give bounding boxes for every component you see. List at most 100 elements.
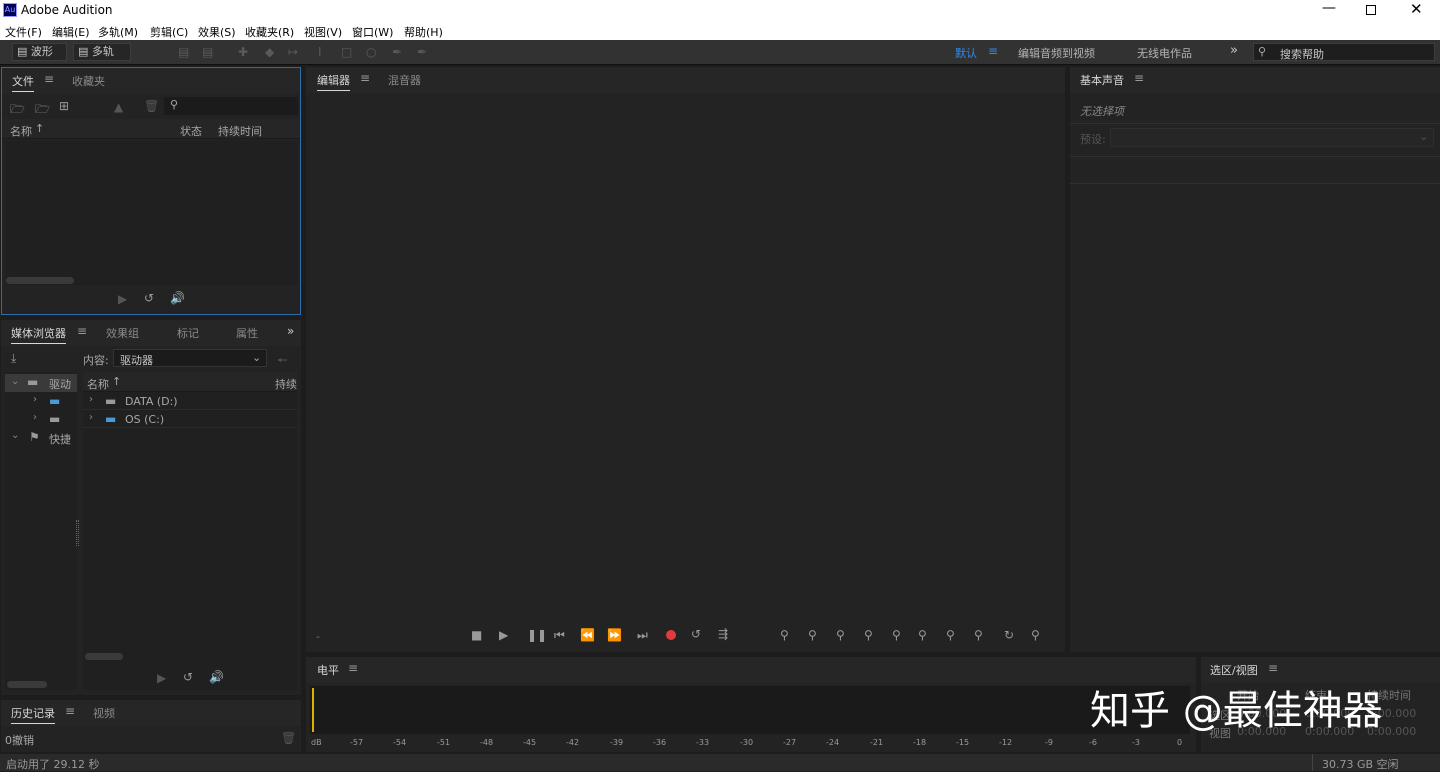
new-file-icon[interactable]: ⊞ (59, 99, 69, 113)
media-item-data[interactable]: › ▬ DATA (D:) (83, 392, 297, 410)
column-duration[interactable]: 持续时间 (218, 123, 262, 139)
time-selection-icon[interactable]: I (318, 45, 322, 59)
tree-item-drives[interactable]: ⌄ ▬ 驱动 (5, 374, 77, 392)
play-icon[interactable]: ▶ (118, 292, 127, 306)
zoom-in-time-icon[interactable]: ⚲ (836, 628, 845, 642)
levels-menu-icon[interactable]: ≡ (348, 661, 358, 675)
delete-icon[interactable]: 🗑 (144, 99, 159, 113)
loop-icon[interactable]: ↺ (144, 291, 154, 305)
slip-tool-icon[interactable]: ↦ (288, 45, 298, 59)
preset-dropdown[interactable]: ⌄ (1110, 128, 1434, 147)
menu-effects[interactable]: 效果(S) (198, 24, 236, 40)
media-item-os[interactable]: › ▬ OS (C:) (83, 410, 297, 428)
menu-file[interactable]: 文件(F) (5, 24, 42, 40)
files-panel-menu-icon[interactable]: ≡ (44, 72, 54, 86)
multitrack-button[interactable]: ▤ 多轨 (73, 43, 131, 61)
menu-favorites[interactable]: 收藏夹(R) (245, 24, 294, 40)
more-workspaces-icon[interactable]: » (1230, 43, 1238, 58)
workspace-menu-icon[interactable]: ≡ (988, 44, 998, 58)
tab-history[interactable]: 历史记录 (11, 705, 55, 724)
media-loop-icon[interactable]: ↺ (183, 670, 193, 684)
import-file-icon[interactable]: 🗁 (35, 100, 50, 121)
insert-icon[interactable]: ▲ (114, 100, 123, 114)
fast-forward-icon[interactable]: ⏩ (607, 628, 622, 642)
record-icon[interactable] (666, 630, 676, 640)
menu-multitrack[interactable]: 多轨(M) (98, 24, 138, 40)
tab-files[interactable]: 文件 (12, 73, 34, 92)
autoplay-speaker-icon[interactable]: 🔊 (170, 291, 185, 305)
workspace-edit-video[interactable]: 编辑音频到视频 (1018, 45, 1095, 61)
more-tabs-icon[interactable]: » (287, 324, 294, 338)
tab-effects-rack[interactable]: 效果组 (106, 325, 139, 341)
open-file-icon[interactable]: 🗁 (10, 100, 25, 121)
move-tool-icon[interactable]: ✚ (238, 45, 248, 59)
skip-selection-icon[interactable]: ⇶ (718, 627, 728, 641)
files-search-box[interactable]: ⚲ (164, 97, 298, 115)
help-search-box[interactable]: ⚲ 搜索帮助 (1253, 43, 1435, 61)
brush-tool-icon[interactable]: ✒ (392, 45, 402, 59)
stop-icon[interactable]: ■ (471, 628, 482, 642)
column-name[interactable]: 名称 (10, 123, 32, 139)
transport-play-icon[interactable]: ▶ (499, 628, 508, 642)
splitter-handle[interactable] (76, 520, 79, 546)
content-dropdown[interactable]: 驱动器 ⌄ (113, 349, 267, 367)
files-scrollbar[interactable] (6, 277, 74, 284)
editor-menu-icon[interactable]: ≡ (360, 71, 370, 85)
restore-button[interactable] (1366, 5, 1376, 15)
media-browser-menu-icon[interactable]: ≡ (77, 324, 87, 338)
zoom-full-icon[interactable]: ⚲ (1031, 628, 1040, 642)
pause-icon[interactable]: ❚❚ (527, 628, 547, 642)
tab-favorites[interactable]: 收藏夹 (72, 73, 105, 89)
zoom-out-point-icon[interactable]: ⚲ (946, 628, 955, 642)
minimize-button[interactable]: — (1322, 0, 1336, 16)
expand-c-icon[interactable]: › (33, 394, 37, 405)
waveform-button[interactable]: ▤ 波形 (12, 43, 67, 61)
transport-loop-icon[interactable]: ↺ (691, 627, 701, 641)
tab-essential-sound[interactable]: 基本声音 (1080, 72, 1124, 90)
tab-properties[interactable]: 属性 (236, 325, 258, 341)
tab-mixer[interactable]: 混音器 (388, 72, 421, 88)
spot-heal-icon[interactable]: ✒ (417, 45, 427, 59)
spectral-view-icon[interactable]: ▤ (178, 45, 189, 59)
rewind-icon[interactable]: ⏪ (580, 628, 595, 642)
expand-icon[interactable]: ⌄ (11, 376, 19, 387)
pitch-view-icon[interactable]: ▤ (202, 45, 213, 59)
expand-os-icon[interactable]: › (89, 412, 93, 423)
menu-help[interactable]: 帮助(H) (404, 24, 443, 40)
lasso-tool-icon[interactable]: ○ (366, 45, 376, 59)
essential-sound-menu-icon[interactable]: ≡ (1134, 71, 1144, 85)
razor-tool-icon[interactable]: ◆ (265, 45, 274, 59)
zoom-in-full-icon[interactable]: ⚲ (892, 628, 901, 642)
help-search-input[interactable]: 搜索帮助 (1280, 46, 1324, 62)
skip-start-icon[interactable]: ⏮ (554, 628, 565, 643)
marquee-tool-icon[interactable]: □ (341, 45, 352, 59)
tab-levels[interactable]: 电平 (317, 662, 339, 680)
media-col-name[interactable]: 名称 (87, 376, 109, 392)
tab-markers[interactable]: 标记 (177, 325, 199, 341)
close-button[interactable]: ✕ (1410, 0, 1423, 18)
zoom-in-point-icon[interactable]: ⚲ (918, 628, 927, 642)
media-col-duration[interactable]: 持续 (275, 376, 297, 392)
zoom-out-time-icon[interactable]: ⚲ (864, 628, 873, 642)
tab-media-browser[interactable]: 媒体浏览器 (11, 325, 66, 344)
menu-view[interactable]: 视图(V) (304, 24, 342, 40)
media-play-icon[interactable]: ▶ (157, 671, 166, 685)
tab-selection-view[interactable]: 选区/视图 (1210, 662, 1258, 680)
workspace-default[interactable]: 默认 (955, 45, 977, 61)
menu-window[interactable]: 窗口(W) (352, 24, 393, 40)
back-arrow-icon[interactable]: 🠔 (277, 351, 288, 372)
history-menu-icon[interactable]: ≡ (65, 704, 75, 718)
tab-editor[interactable]: 编辑器 (317, 72, 350, 91)
tree-scrollbar[interactable] (7, 681, 47, 688)
history-delete-icon[interactable]: 🗑 (281, 731, 296, 745)
media-import-icon[interactable]: ⤓ (11, 351, 16, 366)
workspace-radio[interactable]: 无线电作品 (1137, 45, 1192, 61)
zoom-in-amplitude-icon[interactable]: ⚲ (780, 628, 789, 642)
skip-end-icon[interactable]: ⏭ (637, 628, 648, 643)
media-list-scrollbar[interactable] (85, 653, 123, 660)
menu-clip[interactable]: 剪辑(C) (150, 24, 188, 40)
expand-data-icon[interactable]: › (89, 394, 93, 405)
zoom-out-amplitude-icon[interactable]: ⚲ (808, 628, 817, 642)
expand-shortcuts-icon[interactable]: ⌄ (11, 430, 19, 441)
zoom-selection-icon[interactable]: ⚲ (974, 628, 983, 642)
